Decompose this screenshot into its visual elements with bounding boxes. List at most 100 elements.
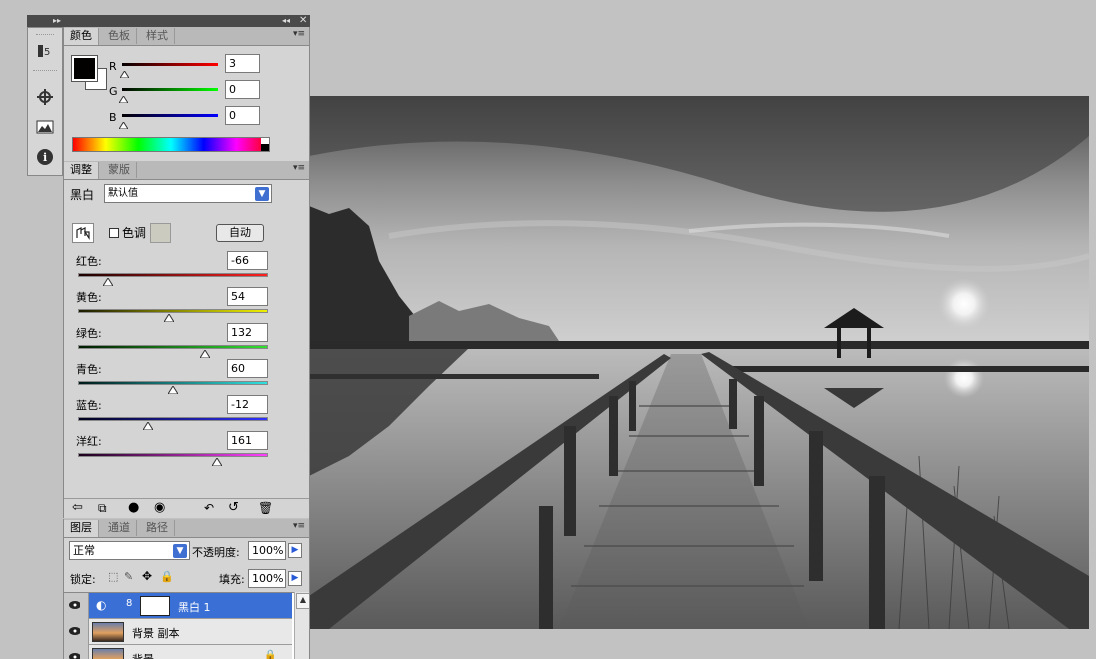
slider-thumb[interactable] bbox=[143, 422, 154, 430]
adjustment-name: 黑白 bbox=[70, 188, 95, 202]
slider-label: 洋红: bbox=[76, 435, 102, 448]
delete-trash-icon[interactable]: 🗑 bbox=[258, 501, 273, 515]
panel-menu-icon[interactable]: ▾≡ bbox=[293, 163, 305, 173]
chevron-down-icon[interactable]: ▼ bbox=[255, 187, 269, 201]
slider-track[interactable] bbox=[78, 453, 268, 457]
clip-to-layer-icon[interactable]: ⧉ bbox=[98, 501, 107, 516]
b-value-field[interactable]: 0 bbox=[225, 106, 260, 125]
slider-track[interactable] bbox=[78, 417, 268, 421]
g-slider-track[interactable] bbox=[122, 88, 218, 91]
layer-list-scrollbar[interactable]: ▲ bbox=[294, 592, 309, 659]
visibility-toggle[interactable] bbox=[64, 645, 89, 659]
channel-label-g: G bbox=[109, 85, 118, 98]
slider-thumb[interactable] bbox=[103, 278, 114, 286]
slider-value-field[interactable]: 161 bbox=[227, 431, 268, 450]
layer-name[interactable]: 背景 副本 bbox=[132, 625, 180, 641]
layer-mask-thumbnail[interactable] bbox=[140, 596, 170, 616]
slider-track[interactable] bbox=[78, 345, 268, 349]
slider-value-field[interactable]: 60 bbox=[227, 359, 268, 378]
color-spectrum-ramp[interactable] bbox=[72, 137, 270, 152]
preset-dropdown[interactable]: 默认值 ▼ bbox=[104, 184, 272, 203]
layer-name[interactable]: 黑白 1 bbox=[178, 599, 211, 615]
lock-all-icon[interactable]: 🔒 bbox=[160, 570, 174, 583]
slider-value-field[interactable]: 54 bbox=[227, 287, 268, 306]
slider-value-field[interactable]: -66 bbox=[227, 251, 268, 270]
blend-mode-dropdown[interactable]: 正常 ▼ bbox=[69, 541, 190, 560]
slider-label: 绿色: bbox=[76, 327, 102, 340]
tab-styles[interactable]: 样式 bbox=[140, 28, 175, 44]
expand-panels-icon[interactable]: ▸▸ bbox=[53, 15, 61, 27]
slider-track[interactable] bbox=[78, 309, 268, 313]
r-slider-thumb[interactable] bbox=[119, 68, 130, 81]
slider-thumb[interactable] bbox=[211, 458, 222, 466]
chevron-down-icon[interactable]: ▼ bbox=[173, 544, 187, 558]
reset-icon[interactable]: ↶ bbox=[204, 501, 214, 515]
panel-menu-icon[interactable]: ▾≡ bbox=[293, 29, 305, 39]
foreground-color-swatch[interactable] bbox=[71, 55, 98, 82]
canvas-image[interactable] bbox=[309, 96, 1089, 629]
view-previous-state-icon[interactable]: ◉ bbox=[154, 500, 165, 515]
opacity-slider-arrow-icon[interactable]: ▶ bbox=[288, 543, 302, 558]
close-icon[interactable]: ✕ bbox=[299, 15, 307, 27]
color-panel-tabs: 颜色 色板 样式 ▾≡ bbox=[64, 27, 309, 46]
panel-menu-icon[interactable]: ▾≡ bbox=[293, 521, 305, 531]
history-icon[interactable]: 5 bbox=[36, 42, 54, 60]
lock-pixels-icon[interactable]: ✎ bbox=[124, 570, 133, 583]
preset-value: 默认值 bbox=[108, 188, 138, 199]
scroll-up-icon[interactable]: ▲ bbox=[296, 593, 309, 609]
layer-thumbnail bbox=[92, 648, 124, 659]
opacity-field[interactable]: 100% bbox=[248, 541, 286, 560]
tint-checkbox[interactable] bbox=[109, 228, 119, 238]
navigator-icon[interactable] bbox=[36, 88, 54, 106]
lock-transparency-icon[interactable]: ⬚ bbox=[108, 570, 118, 583]
tab-adjustments[interactable]: 调整 bbox=[64, 162, 99, 179]
layer-row-background-copy[interactable]: 背景 副本 bbox=[64, 619, 292, 645]
layer-name[interactable]: 背景 bbox=[132, 651, 154, 659]
b-slider-thumb[interactable] bbox=[118, 119, 129, 132]
g-slider-thumb[interactable] bbox=[118, 93, 129, 106]
panel-dock-titlebar[interactable]: ▸▸ ◂◂ ✕ bbox=[27, 15, 310, 27]
layer-row-bw1[interactable]: ◐ 8 黑白 1 bbox=[64, 593, 292, 619]
auto-button[interactable]: 自动 bbox=[216, 224, 264, 242]
slider-track[interactable] bbox=[78, 381, 268, 385]
adjustments-panel-tabs: 调整 蒙版 ▾≡ bbox=[64, 161, 309, 180]
tab-color[interactable]: 颜色 bbox=[64, 28, 99, 45]
tab-paths[interactable]: 路径 bbox=[140, 520, 175, 536]
fill-slider-arrow-icon[interactable]: ▶ bbox=[288, 571, 302, 586]
lock-position-icon[interactable]: ✥ bbox=[142, 569, 152, 583]
r-slider-track[interactable] bbox=[122, 63, 218, 66]
info-icon[interactable]: i bbox=[36, 148, 54, 166]
slider-value-field[interactable]: -12 bbox=[227, 395, 268, 414]
slider-thumb[interactable] bbox=[168, 386, 178, 394]
histogram-icon[interactable] bbox=[36, 118, 54, 136]
collapsed-panels-strip: 5 i bbox=[27, 27, 63, 176]
fill-field[interactable]: 100% bbox=[248, 569, 286, 588]
visibility-toggle[interactable] bbox=[64, 619, 89, 645]
slider-thumb[interactable] bbox=[164, 314, 175, 322]
layer-visibility-toggle-icon[interactable]: ● bbox=[128, 500, 139, 515]
slider-thumb[interactable] bbox=[200, 350, 211, 358]
b-slider-track[interactable] bbox=[122, 114, 218, 117]
collapse-panels-icon[interactable]: ◂◂ bbox=[282, 15, 290, 27]
slider-track[interactable] bbox=[78, 273, 268, 277]
refresh-icon[interactable]: ↺ bbox=[228, 500, 239, 515]
eye-icon bbox=[69, 627, 80, 635]
tab-swatches[interactable]: 色板 bbox=[102, 28, 137, 44]
targeted-adjustment-tool-icon[interactable] bbox=[72, 223, 94, 243]
visibility-toggle[interactable] bbox=[64, 593, 89, 619]
g-value-field[interactable]: 0 bbox=[225, 80, 260, 99]
black-swatch[interactable] bbox=[261, 144, 269, 151]
tab-layers[interactable]: 图层 bbox=[64, 520, 99, 537]
svg-text:5: 5 bbox=[44, 47, 50, 58]
adjustment-layer-icon: ◐ bbox=[96, 598, 107, 612]
back-arrow-icon[interactable]: ⇦ bbox=[72, 500, 83, 515]
tab-masks[interactable]: 蒙版 bbox=[102, 162, 137, 178]
tab-channels[interactable]: 通道 bbox=[102, 520, 137, 536]
r-value-field[interactable]: 3 bbox=[225, 54, 260, 73]
slider-value-field[interactable]: 132 bbox=[227, 323, 268, 342]
opacity-label: 不透明度: bbox=[192, 546, 240, 559]
layer-row-background[interactable]: 背景 🔒 bbox=[64, 645, 292, 659]
divider bbox=[33, 70, 57, 72]
slider-label: 青色: bbox=[76, 363, 102, 376]
tint-color-swatch[interactable] bbox=[150, 223, 171, 243]
